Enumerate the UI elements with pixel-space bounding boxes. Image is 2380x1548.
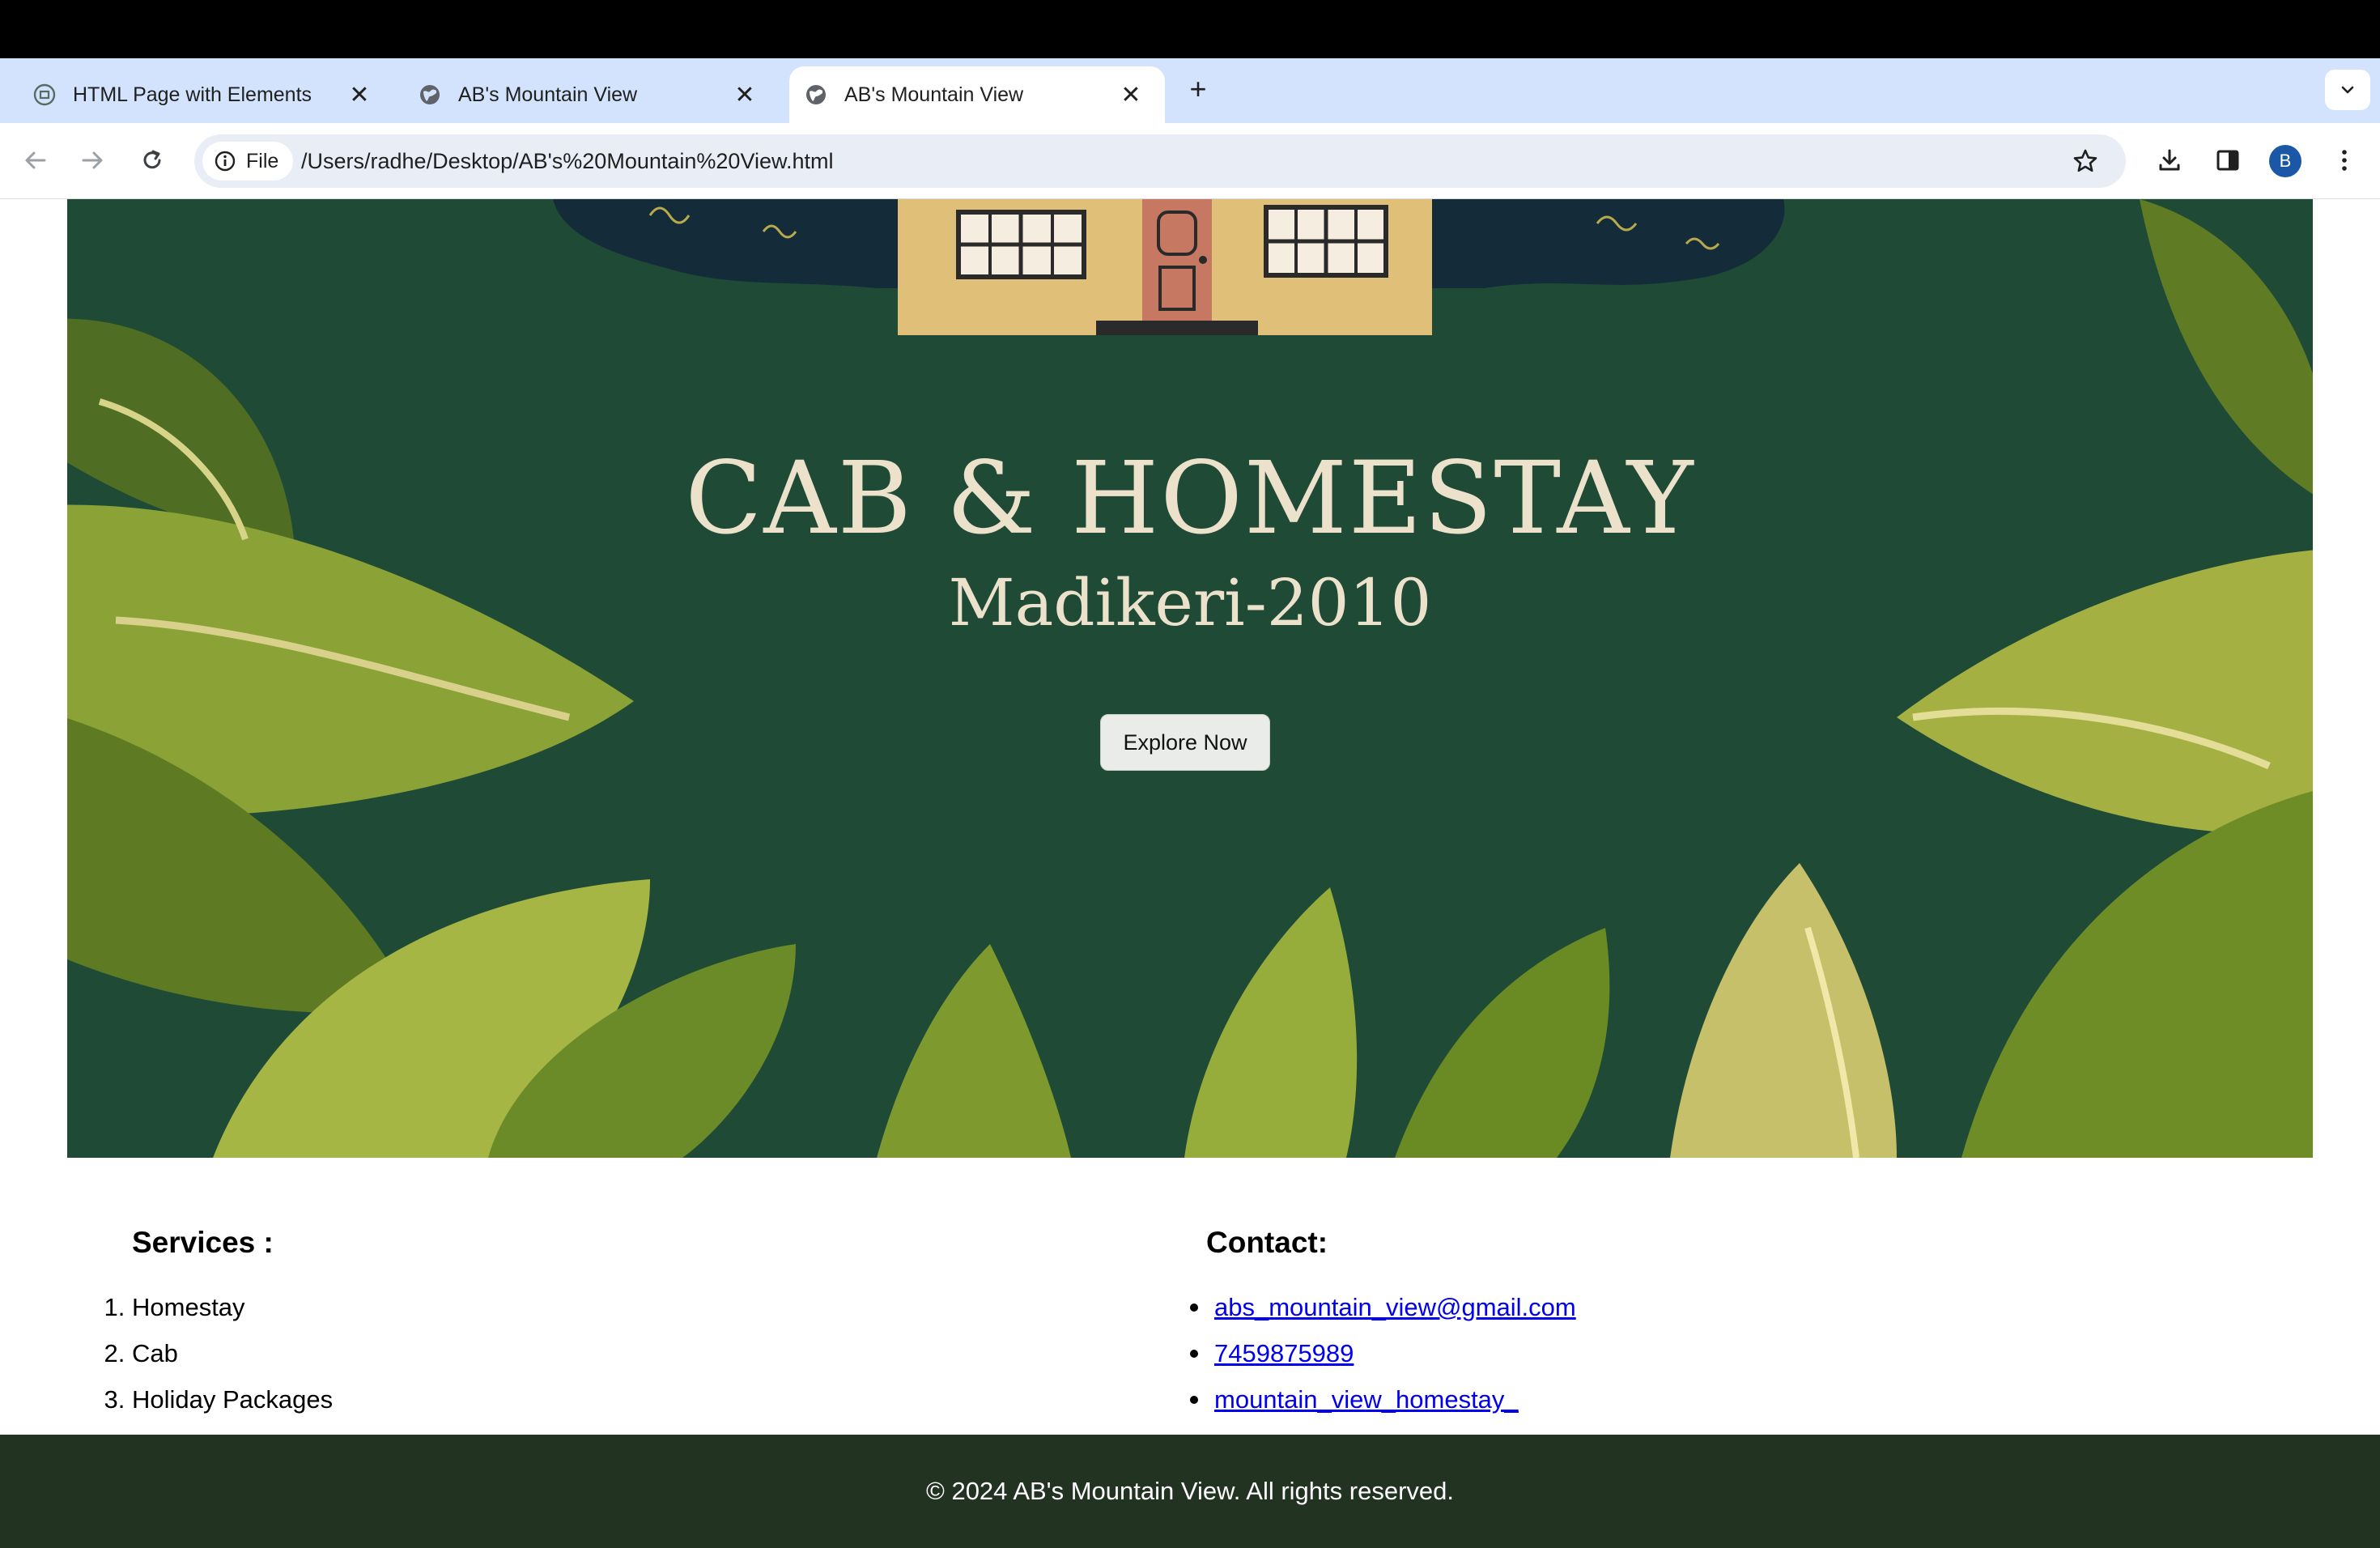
list-item: mountain_view_homestay_ — [1190, 1376, 1576, 1423]
downloads-button[interactable] — [2148, 139, 2191, 181]
download-icon — [2159, 149, 2180, 171]
scheme-label: File — [246, 149, 279, 172]
reload-button[interactable] — [131, 139, 173, 181]
services-column: Services : Homestay Cab Holiday Packages — [132, 1226, 333, 1423]
services-heading: Services : — [132, 1226, 274, 1259]
globe-icon — [804, 83, 828, 107]
back-button[interactable] — [15, 139, 57, 181]
system-menu-bar — [0, 0, 2380, 58]
tab-html-page-with-elements[interactable]: HTML Page with Elements ✕ — [0, 66, 393, 123]
arrow-left-icon — [25, 151, 46, 169]
info-section: Services : Homestay Cab Holiday Packages… — [0, 1158, 2380, 1435]
hero-title: CAB & HOMESTAY — [685, 440, 1695, 557]
tab-abs-mountain-view-1[interactable]: AB's Mountain View ✕ — [385, 66, 779, 123]
contact-column: Contact: abs_mountain_view@gmail.com 745… — [1190, 1226, 1576, 1423]
services-list: Homestay Cab Holiday Packages — [132, 1284, 333, 1423]
tab-label: HTML Page with Elements — [73, 83, 312, 106]
list-item: 7459875989 — [1190, 1330, 1576, 1376]
info-icon — [215, 151, 236, 172]
contact-heading: Contact: — [1206, 1226, 1328, 1259]
explore-now-button[interactable]: Explore Now — [1100, 714, 1270, 771]
side-panel-icon — [2216, 150, 2239, 171]
address-bar[interactable]: File /Users/radhe/Desktop/AB's%20Mountai… — [194, 134, 2126, 188]
side-panel-button[interactable] — [2207, 139, 2249, 181]
list-item: Cab — [132, 1330, 333, 1376]
arrow-right-icon — [82, 151, 103, 169]
chevron-down-icon — [2341, 86, 2354, 94]
tab-search-button[interactable] — [2325, 70, 2370, 110]
new-tab-button[interactable]: + — [1182, 72, 1214, 105]
browser-menu-button[interactable] — [2323, 139, 2365, 181]
close-tab-icon[interactable]: ✕ — [1115, 79, 1147, 111]
tab-abs-mountain-view-active[interactable]: AB's Mountain View ✕ — [789, 66, 1165, 123]
close-tab-icon[interactable]: ✕ — [343, 79, 376, 111]
list-item: abs_mountain_view@gmail.com — [1190, 1284, 1576, 1330]
reload-icon — [143, 150, 161, 169]
phone-link[interactable]: 7459875989 — [1214, 1339, 1354, 1367]
hero-banner: CAB & HOMESTAY Madikeri-2010 Explore Now — [67, 199, 2313, 1158]
tab-label: AB's Mountain View — [458, 83, 638, 106]
list-item: Holiday Packages — [132, 1376, 333, 1423]
chatgpt-icon — [32, 83, 57, 107]
list-item: Homestay — [132, 1284, 333, 1330]
globe-icon — [418, 83, 442, 107]
email-link[interactable]: abs_mountain_view@gmail.com — [1214, 1293, 1576, 1321]
forward-button[interactable] — [71, 139, 113, 181]
tab-label: AB's Mountain View — [844, 83, 1024, 106]
browser-toolbar: File /Users/radhe/Desktop/AB's%20Mountai… — [0, 123, 2380, 199]
hero-subtitle: Madikeri-2010 — [948, 565, 1432, 640]
page-footer: © 2024 AB's Mountain View. All rights re… — [0, 1435, 2380, 1548]
leaf-background-illustration — [67, 199, 2313, 1158]
copyright-text: © 2024 AB's Mountain View. All rights re… — [926, 1477, 1454, 1505]
close-tab-icon[interactable]: ✕ — [729, 79, 761, 111]
instagram-link[interactable]: mountain_view_homestay_ — [1214, 1385, 1519, 1414]
profile-avatar[interactable]: B — [2269, 145, 2301, 177]
contact-list: abs_mountain_view@gmail.com 7459875989 m… — [1190, 1284, 1576, 1423]
more-vert-icon — [2342, 150, 2347, 171]
url-text[interactable]: /Users/radhe/Desktop/AB's%20Mountain%20V… — [301, 134, 834, 188]
bookmark-star-icon[interactable] — [2069, 145, 2102, 177]
site-info-chip[interactable]: File — [202, 142, 294, 181]
